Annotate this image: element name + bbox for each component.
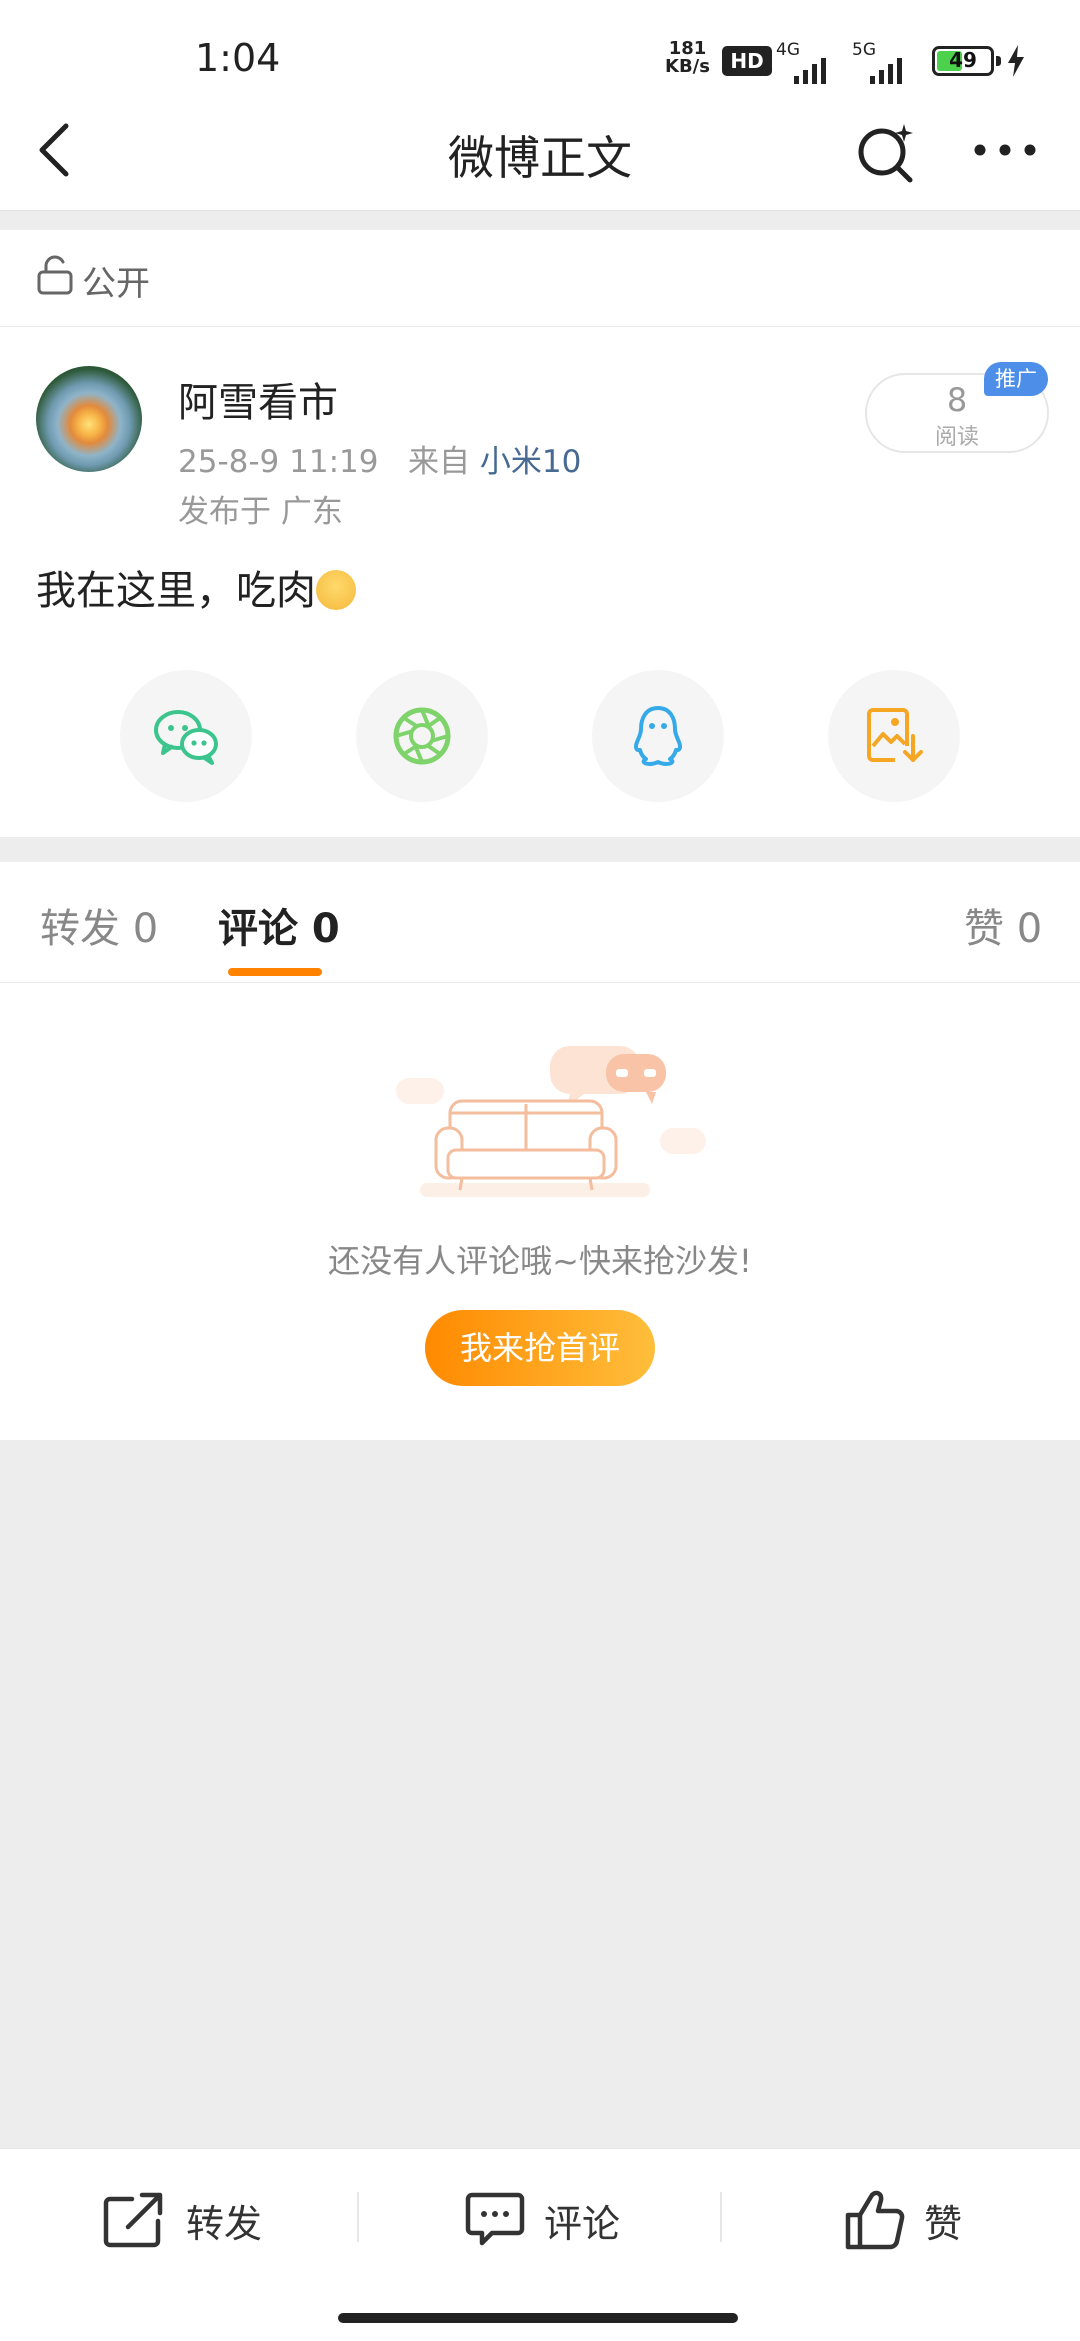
like-button[interactable]: 赞 [844, 2190, 962, 2250]
battery-cap [996, 56, 1001, 66]
share-out-icon [103, 2192, 163, 2248]
post-time: 25-8-9 11:19 [178, 444, 379, 480]
network-speed: 181 KB/s [665, 40, 710, 76]
tab-repost[interactable]: 转发 0 [40, 896, 158, 954]
signal-bars-icon [794, 58, 826, 84]
post-device[interactable]: 小米10 [480, 444, 581, 480]
battery-level: 49 [949, 48, 977, 72]
charging-icon [1008, 45, 1024, 77]
comment-icon [465, 2192, 525, 2246]
status-time: 1:04 [195, 36, 281, 80]
post-username[interactable]: 阿雪看市 [178, 370, 338, 428]
divider [357, 2192, 359, 2242]
more-icon[interactable] [970, 136, 1040, 164]
post-location: 发布于 广东 [178, 494, 343, 530]
save-image-button[interactable] [828, 670, 960, 802]
comment-button[interactable]: 评论 [464, 2190, 620, 2250]
signal-4g-label: 4G [776, 40, 800, 60]
signal-5g: 5G [852, 40, 902, 84]
share-qq-button[interactable] [592, 670, 724, 802]
sofa-illustration-icon [396, 1046, 706, 1197]
avatar[interactable] [36, 366, 142, 472]
visibility-row [0, 230, 1080, 327]
post-meta: 25-8-9 11:19 来自 小米10 [178, 436, 581, 481]
first-comment-button[interactable]: 我来抢首评 [425, 1310, 655, 1386]
signal-bars-icon [870, 58, 902, 84]
post-content: 我在这里，吃肉 [36, 558, 356, 616]
share-moments-button[interactable] [356, 670, 488, 802]
tab-comment[interactable]: 评论 0 [218, 896, 340, 954]
save-image-icon [867, 708, 923, 762]
promo-badge[interactable]: 推广 [984, 362, 1048, 396]
post-text: 我在这里，吃肉 [36, 568, 316, 614]
comment-label: 评论 [544, 2201, 621, 2246]
tab-active-indicator [228, 968, 322, 976]
divider [720, 2192, 722, 2242]
qq-icon [634, 706, 682, 766]
network-speed-unit: KB/s [665, 56, 710, 77]
tab-like[interactable]: 赞 0 [964, 896, 1042, 954]
search-sparkle-icon[interactable] [852, 118, 920, 186]
signal-5g-label: 5G [852, 40, 876, 60]
status-bar [0, 0, 1080, 105]
post-from-label: 来自 [408, 444, 471, 480]
empty-message: 还没有人评论哦~快来抢沙发! [328, 1242, 752, 1280]
visibility-label: 公开 [82, 264, 150, 304]
share-wechat-button[interactable] [120, 670, 252, 802]
battery-icon: 49 [932, 46, 994, 76]
moments-icon [393, 707, 451, 765]
tab-bar [0, 862, 1080, 983]
wechat-icon [154, 710, 218, 765]
repost-label: 转发 [186, 2201, 263, 2246]
thumbs-up-icon [845, 2190, 905, 2250]
like-label: 赞 [924, 2201, 963, 2246]
home-indicator[interactable] [338, 2313, 738, 2323]
signal-4g: 4G [776, 40, 826, 84]
unlock-icon [37, 255, 73, 295]
hd-badge: HD [722, 46, 772, 76]
repost-button[interactable]: 转发 [102, 2190, 262, 2250]
read-label: 阅读 [934, 425, 979, 450]
emoji-icon [316, 570, 356, 610]
